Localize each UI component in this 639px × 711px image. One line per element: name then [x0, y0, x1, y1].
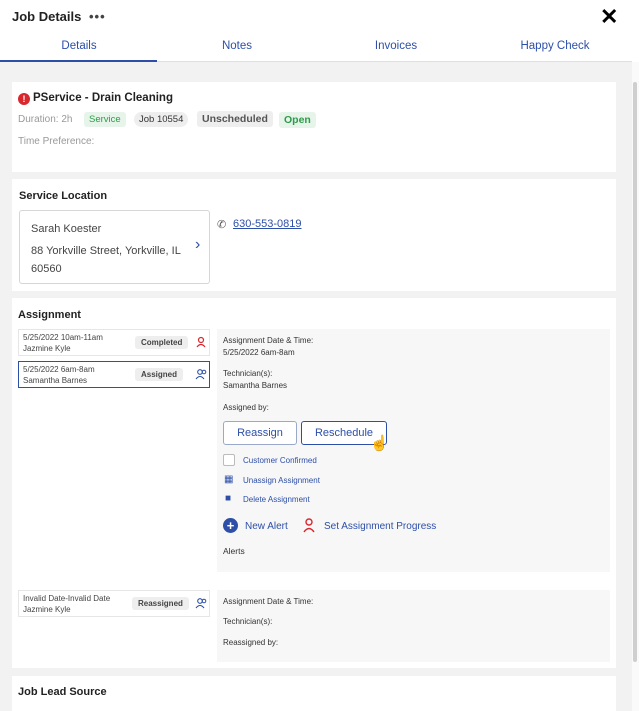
- technician-label-2: Technician(s):: [223, 617, 273, 626]
- reassigned-by-label: Reassigned by:: [223, 638, 279, 647]
- completed-person-icon: [196, 336, 206, 348]
- tab-notes[interactable]: Notes: [158, 40, 316, 52]
- close-icon[interactable]: ✕: [600, 4, 618, 30]
- customer-confirmed-checkbox[interactable]: [223, 454, 235, 466]
- reassign-button[interactable]: Reassign: [223, 421, 297, 445]
- job-title: PService - Drain Cleaning: [33, 92, 173, 104]
- trash-icon[interactable]: ■: [225, 493, 231, 504]
- phone-link[interactable]: 630-553-0819: [233, 218, 302, 230]
- assignment-tech: Jazmine Kyle: [23, 344, 71, 353]
- assignment-date: Invalid Date-Invalid Date: [23, 594, 111, 603]
- assignment-date-label: Assignment Date & Time:: [223, 336, 314, 345]
- assignment-tech: Samantha Barnes: [23, 376, 88, 385]
- assignment-title: Assignment: [18, 309, 81, 321]
- new-alert-link[interactable]: New Alert: [245, 521, 288, 532]
- assignment-item[interactable]: Invalid Date-Invalid Date Jazmine Kyle R…: [18, 590, 210, 617]
- address-line-2: 60560: [31, 263, 62, 275]
- hand-cursor-icon: ☝: [370, 435, 389, 452]
- tab-happy-check[interactable]: Happy Check: [476, 40, 634, 52]
- plus-circle-icon[interactable]: +: [223, 518, 238, 533]
- status-badge: Unscheduled: [197, 111, 273, 127]
- chevron-right-icon[interactable]: ›: [195, 236, 200, 254]
- open-badge: Open: [279, 112, 316, 128]
- set-progress-link[interactable]: Set Assignment Progress: [324, 521, 436, 532]
- assigned-by-label: Assigned by:: [223, 403, 269, 412]
- job-number-badge: Job 10554: [134, 112, 189, 127]
- reassigned-people-icon: [195, 598, 207, 609]
- phone-icon: ✆: [217, 219, 227, 231]
- assignment-status-badge: Assigned: [135, 368, 184, 381]
- calendar-unassign-icon[interactable]: ▦: [224, 474, 233, 485]
- assignment-date: 5/25/2022 6am-8am: [23, 365, 95, 374]
- assignment-status-badge: Completed: [135, 336, 189, 349]
- assigned-people-icon: [195, 369, 207, 380]
- customer-confirmed-label[interactable]: Customer Confirmed: [243, 456, 317, 465]
- assignment-item-selected[interactable]: 5/25/2022 6am-8am Samantha Barnes Assign…: [18, 361, 210, 388]
- assignment-tech: Jazmine Kyle: [23, 605, 71, 614]
- service-badge: Service: [84, 112, 126, 127]
- address-line-1: 88 Yorkville Street, Yorkville, IL: [31, 245, 181, 257]
- assignment-date: 5/25/2022 10am-11am: [23, 333, 103, 342]
- more-dots-icon[interactable]: •••: [89, 9, 106, 24]
- duration: Duration: 2h: [18, 114, 73, 125]
- alerts-label: Alerts: [223, 546, 245, 556]
- delete-assignment-link[interactable]: Delete Assignment: [243, 495, 310, 504]
- assignment-detail-panel: [217, 329, 610, 572]
- technician-label: Technician(s):: [223, 369, 273, 378]
- assignment-status-badge: Reassigned: [132, 597, 189, 610]
- assignment-date-value: 5/25/2022 6am-8am: [223, 348, 295, 357]
- job-lead-source-title: Job Lead Source: [18, 686, 107, 698]
- time-preference-label: Time Preference:: [18, 136, 95, 147]
- customer-name: Sarah Koester: [31, 223, 102, 235]
- alert-icon: !: [18, 93, 30, 105]
- assignment-item[interactable]: 5/25/2022 10am-11am Jazmine Kyle Complet…: [18, 329, 210, 356]
- tab-details[interactable]: Details: [0, 40, 158, 52]
- technician-value: Samantha Barnes: [223, 381, 288, 390]
- tab-invoices[interactable]: Invoices: [317, 40, 475, 52]
- set-progress-person-icon[interactable]: [303, 518, 316, 533]
- page-title: Job Details: [12, 9, 82, 24]
- unassign-link[interactable]: Unassign Assignment: [243, 476, 320, 485]
- service-location-title: Service Location: [19, 190, 108, 202]
- tab-bar: Details Notes Invoices Happy Check: [0, 34, 632, 62]
- assignment-date-label-2: Assignment Date & Time:: [223, 597, 314, 606]
- scrollbar-thumb[interactable]: [633, 82, 637, 662]
